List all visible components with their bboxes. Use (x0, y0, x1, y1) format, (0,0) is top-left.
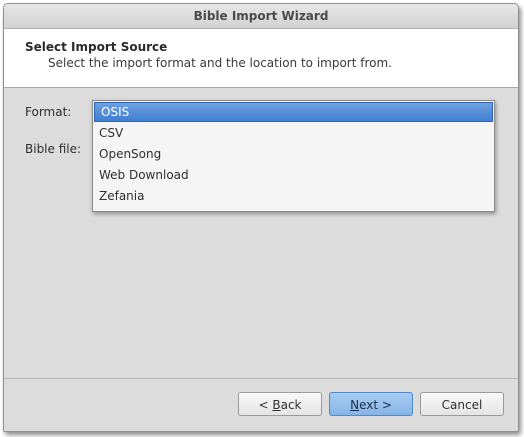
page-subtitle: Select the import format and the locatio… (48, 56, 392, 70)
back-button-rest: ack (280, 398, 302, 412)
back-button-mnemonic: B (272, 398, 281, 412)
format-label: Format: (25, 105, 72, 119)
back-button-prefix: < (258, 398, 273, 412)
wizard-window: Bible Import Wizard Select Import Source… (3, 3, 519, 432)
format-option-zefania[interactable]: Zefania (93, 186, 494, 207)
format-dropdown-list[interactable]: OSIS CSV OpenSong Web Download Zefania (92, 100, 495, 212)
next-button[interactable]: Next > (329, 392, 413, 416)
cancel-button[interactable]: Cancel (420, 392, 504, 416)
wizard-footer: < Back Next > Cancel (4, 378, 518, 431)
format-option-osis[interactable]: OSIS (94, 102, 493, 122)
format-option-web-download[interactable]: Web Download (93, 165, 494, 186)
bible-file-label: Bible file: (25, 142, 82, 156)
next-button-rest: ext > (359, 398, 392, 412)
wizard-header: Select Import Source Select the import f… (4, 29, 518, 88)
next-button-mnemonic: N (350, 398, 360, 412)
format-option-csv[interactable]: CSV (93, 123, 494, 144)
back-button[interactable]: < Back (238, 392, 322, 416)
window-titlebar[interactable]: Bible Import Wizard (4, 4, 518, 29)
format-option-opensong[interactable]: OpenSong (93, 144, 494, 165)
cancel-button-label: Cancel (441, 398, 483, 412)
window-title: Bible Import Wizard (193, 9, 329, 23)
page-title: Select Import Source (25, 40, 168, 54)
